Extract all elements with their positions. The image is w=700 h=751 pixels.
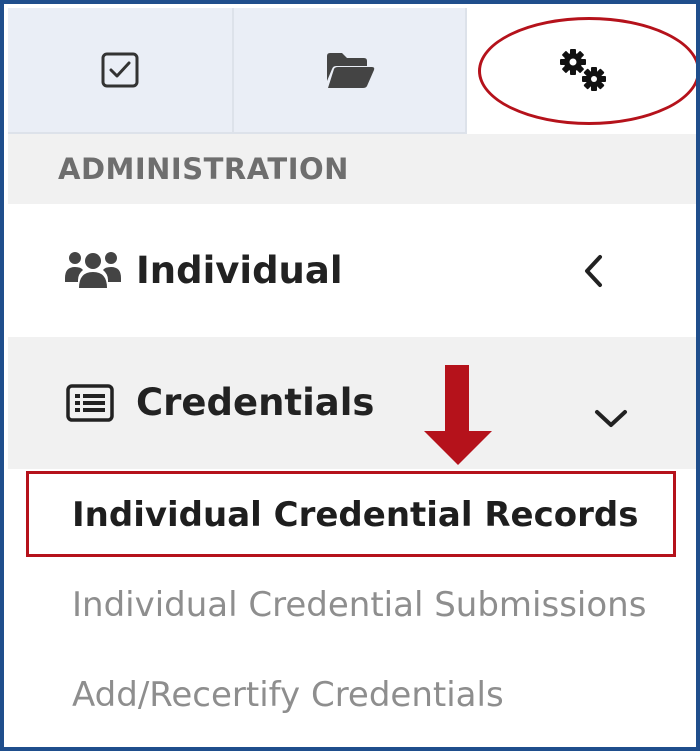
users-icon: [64, 248, 122, 295]
list-alt-icon: [66, 384, 114, 427]
submenu-item-credential-records[interactable]: Individual Credential Records: [72, 495, 638, 535]
menu-label-individual: Individual: [136, 249, 343, 292]
menu-item-individual[interactable]: Individual: [8, 204, 696, 337]
section-title: ADMINISTRATION: [58, 152, 349, 186]
tab-checklist[interactable]: [8, 8, 234, 134]
submenu-item-add-recertify[interactable]: Add/Recertify Credentials: [72, 675, 504, 715]
sidebar-panel: ADMINISTRATION Individual Credentials In…: [0, 0, 700, 751]
checkbox-icon: [100, 51, 140, 89]
tab-folder[interactable]: [234, 8, 467, 134]
cogs-icon: [556, 48, 612, 94]
menu-label-credentials: Credentials: [136, 381, 375, 424]
credentials-submenu: Individual Credential Records Individual…: [8, 469, 696, 747]
chevron-down-icon: [594, 407, 628, 434]
submenu-item-credential-submissions[interactable]: Individual Credential Submissions: [72, 585, 646, 625]
menu-item-credentials[interactable]: Credentials: [8, 337, 696, 469]
sidebar-tabs: [8, 8, 696, 134]
section-header: ADMINISTRATION: [8, 134, 696, 204]
tab-settings[interactable]: [467, 8, 696, 134]
chevron-left-icon: [582, 254, 604, 293]
folder-open-icon: [324, 50, 376, 90]
